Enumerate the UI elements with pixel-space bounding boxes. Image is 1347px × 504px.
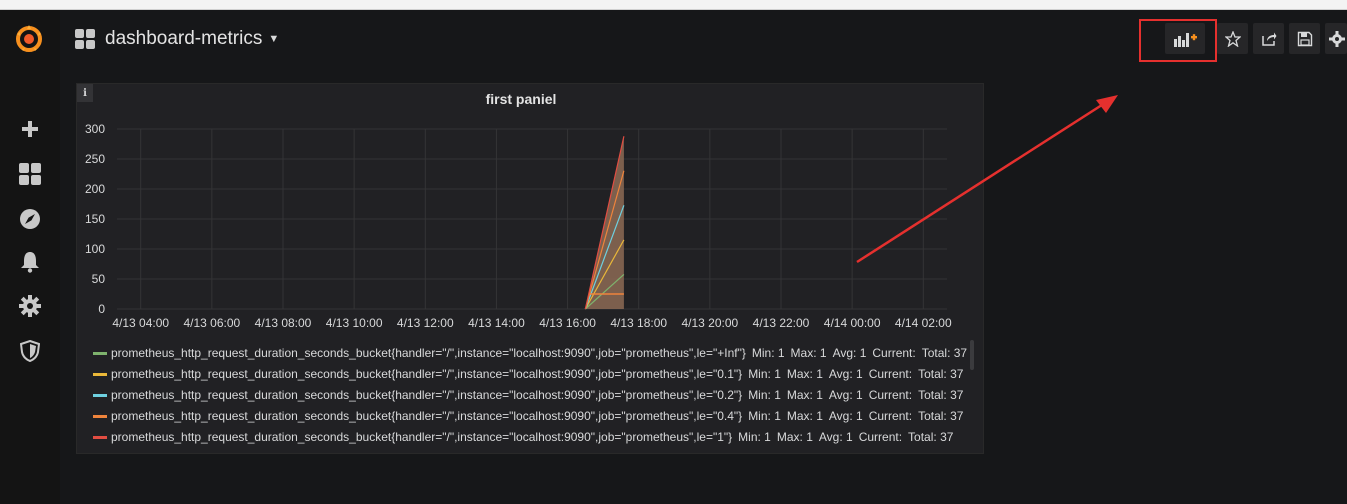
x-tick-label: 4/13 14:00 <box>468 316 525 330</box>
y-tick-label: 200 <box>85 182 105 196</box>
legend-swatch[interactable] <box>93 414 107 418</box>
legend-min: Min: 1 <box>748 367 781 381</box>
legend-max: Max: 1 <box>790 346 827 360</box>
dashboard-title: dashboard-metrics <box>105 28 263 49</box>
y-tick-label: 50 <box>92 272 106 286</box>
save-button[interactable] <box>1289 23 1320 54</box>
x-tick-label: 4/14 00:00 <box>824 316 881 330</box>
legend-label[interactable]: prometheus_http_request_duration_seconds… <box>111 388 742 402</box>
legend-max: Max: 1 <box>776 430 813 444</box>
settings-icon <box>1329 30 1345 47</box>
x-tick-label: 4/14 02:00 <box>895 316 952 330</box>
side-menu <box>0 10 60 504</box>
legend-label[interactable]: prometheus_http_request_duration_seconds… <box>111 367 742 381</box>
share-button[interactable] <box>1253 23 1284 54</box>
x-tick-label: 4/13 20:00 <box>681 316 738 330</box>
graph-panel[interactable]: i first paniel 0 50 100 150 200 250 300 4/13 04… <box>76 83 984 454</box>
y-tick-label: 0 <box>98 302 105 316</box>
y-tick-label: 100 <box>85 242 105 256</box>
legend-swatch[interactable] <box>93 372 107 376</box>
configuration-gear-icon[interactable] <box>18 294 42 318</box>
y-tick-label: 300 <box>85 122 105 136</box>
legend-current: Current: <box>868 409 913 423</box>
legend-item[interactable]: prometheus_http_request_duration_seconds… <box>93 386 963 404</box>
plus-icon[interactable] <box>18 117 42 141</box>
add-panel-highlight <box>1139 19 1217 62</box>
legend-current: Current: <box>858 430 903 444</box>
legend-min: Min: 1 <box>738 430 771 444</box>
legend-avg: Avg: 1 <box>828 367 863 381</box>
legend-swatch[interactable] <box>93 435 107 439</box>
legend-avg: Avg: 1 <box>818 430 853 444</box>
dashboard-grid-icon <box>75 29 95 49</box>
y-tick-label: 150 <box>85 212 105 226</box>
x-tick-label: 4/13 04:00 <box>112 316 169 330</box>
x-tick-label: 4/13 08:00 <box>255 316 312 330</box>
y-tick-label: 250 <box>85 152 105 166</box>
graph-canvas[interactable]: 0 50 100 150 200 250 300 4/13 04:00 4/13 06:00 4/… <box>77 84 983 334</box>
legend-current: Current: <box>872 346 916 360</box>
grafana-logo-icon[interactable] <box>12 22 46 56</box>
legend-total: Total: 37 <box>918 409 964 423</box>
legend-swatch[interactable] <box>93 393 107 397</box>
legend-avg: Avg: 1 <box>828 409 863 423</box>
legend-current: Current: <box>868 367 913 381</box>
server-admin-shield-icon[interactable] <box>18 339 42 363</box>
star-icon <box>1224 30 1241 47</box>
legend-total: Total: 37 <box>918 388 964 402</box>
legend-max: Max: 1 <box>786 388 823 402</box>
legend-item[interactable]: prometheus_http_request_duration_seconds… <box>93 344 967 362</box>
legend-item[interactable]: prometheus_http_request_duration_seconds… <box>93 407 963 425</box>
legend-min: Min: 1 <box>748 388 781 402</box>
x-tick-label: 4/13 06:00 <box>183 316 240 330</box>
star-button[interactable] <box>1217 23 1248 54</box>
x-tick-label: 4/13 16:00 <box>539 316 596 330</box>
x-tick-label: 4/13 12:00 <box>397 316 454 330</box>
legend-min: Min: 1 <box>748 409 781 423</box>
save-icon <box>1297 31 1312 46</box>
explore-compass-icon[interactable] <box>18 207 42 231</box>
legend-total: Total: 37 <box>921 346 968 360</box>
legend-avg: Avg: 1 <box>828 388 863 402</box>
dashboard-picker[interactable]: dashboard-metrics ▼ <box>75 24 279 54</box>
legend-avg: Avg: 1 <box>832 346 867 360</box>
legend-label[interactable]: prometheus_http_request_duration_seconds… <box>111 430 732 444</box>
x-tick-label: 4/13 22:00 <box>753 316 810 330</box>
dashboard-main: dashboard-metrics ▼ i first paniel 0 50 10… <box>60 10 1347 504</box>
legend-current: Current: <box>868 388 913 402</box>
legend-item[interactable]: prometheus_http_request_duration_seconds… <box>93 365 963 383</box>
legend-total: Total: 37 <box>908 430 954 444</box>
legend-min: Min: 1 <box>751 346 785 360</box>
legend-total: Total: 37 <box>918 367 964 381</box>
settings-button[interactable] <box>1325 23 1347 54</box>
legend-max: Max: 1 <box>786 367 823 381</box>
dashboards-icon[interactable] <box>18 162 42 186</box>
legend-swatch[interactable] <box>93 351 107 355</box>
x-tick-label: 4/13 18:00 <box>610 316 667 330</box>
share-icon <box>1261 32 1276 46</box>
legend-max: Max: 1 <box>786 409 823 423</box>
caret-down-icon: ▼ <box>268 33 280 45</box>
legend-item[interactable]: prometheus_http_request_duration_seconds… <box>93 428 953 446</box>
legend-label[interactable]: prometheus_http_request_duration_seconds… <box>111 409 742 423</box>
alerting-bell-icon[interactable] <box>18 250 42 274</box>
browser-top-strip <box>0 0 1347 10</box>
legend-scrollbar[interactable] <box>970 340 974 370</box>
legend-label[interactable]: prometheus_http_request_duration_seconds… <box>111 346 746 360</box>
x-tick-label: 4/13 10:00 <box>326 316 383 330</box>
